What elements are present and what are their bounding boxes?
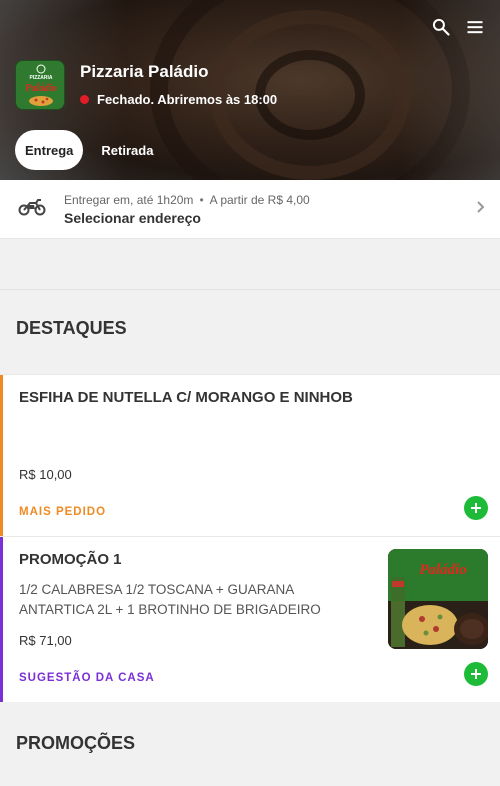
product-image: Paládio xyxy=(388,549,488,649)
add-to-cart-button[interactable] xyxy=(464,496,488,520)
separator: • xyxy=(199,192,204,207)
search-icon[interactable] xyxy=(430,16,452,38)
section-title-promotions: PROMOÇÕES xyxy=(16,733,136,753)
product-name: PROMOÇÃO 1 xyxy=(19,551,122,568)
store-name: Pizzaria Paládio xyxy=(80,62,209,81)
deliver-label: Entregar em, xyxy=(64,192,134,207)
product-tag: MAIS PEDIDO xyxy=(19,506,107,518)
logo-text-main: Paládio xyxy=(25,83,57,94)
header-actions xyxy=(430,16,486,38)
tag-color-bar xyxy=(0,375,3,536)
store-status: Fechado. Abriremos às 18:00 xyxy=(80,92,277,107)
product-tag: SUGESTÃO DA CASA xyxy=(19,672,155,684)
delivery-details: Entregar em, até 1h20m • A partir de R$ 4,… xyxy=(64,193,476,207)
select-address-label: Selecionar endereço xyxy=(64,209,201,226)
tab-delivery[interactable]: Entrega xyxy=(15,130,84,170)
logo-text-top: PIZZARIA xyxy=(29,75,52,81)
min-price: A partir de R$ 4,00 xyxy=(209,192,310,207)
motorcycle-icon xyxy=(18,197,48,222)
add-to-cart-button[interactable] xyxy=(464,662,488,686)
product-name: ESFIHA DE NUTELLA C/ MORANGO E NINHOB xyxy=(19,389,353,406)
tab-pickup[interactable]: Retirada xyxy=(91,130,163,170)
product-description: 1/2 CALABRESA 1/2 TOSCANA + GUARANA ANTA… xyxy=(19,582,321,617)
delivery-address-selector[interactable]: Entregar em, até 1h20m • A partir de R$ 4,… xyxy=(0,180,500,239)
product-card[interactable]: ESFIHA DE NUTELLA C/ MORANGO E NINHOB R$… xyxy=(0,374,500,536)
box-logo-text: Paládio xyxy=(419,562,467,578)
status-text: Fechado. Abriremos às 18:00 xyxy=(97,92,278,107)
order-mode-tabs: Entrega Retirada xyxy=(15,130,163,170)
delivery-time: até 1h20m xyxy=(136,192,194,207)
chevron-right-icon xyxy=(476,200,490,219)
section-title-highlights: DESTAQUES xyxy=(16,318,127,338)
product-price: R$ 71,00 xyxy=(19,633,72,648)
divider xyxy=(0,289,500,290)
product-price: R$ 10,00 xyxy=(19,467,72,482)
tag-color-bar xyxy=(0,537,3,702)
menu-icon[interactable] xyxy=(464,16,486,38)
product-card[interactable]: PROMOÇÃO 1 1/2 CALABRESA 1/2 TOSCANA + G… xyxy=(0,536,500,702)
address-info: Entregar em, até 1h20m • A partir de R$ 4,… xyxy=(64,193,476,226)
status-dot xyxy=(80,95,89,104)
store-logo: PIZZARIA Paládio xyxy=(15,60,65,110)
